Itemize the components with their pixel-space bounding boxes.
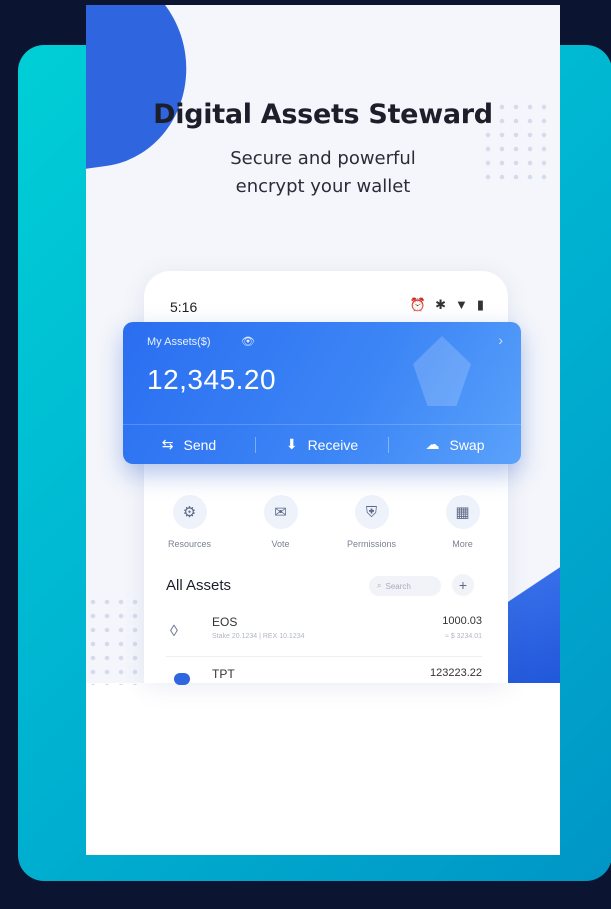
eos-watermark-icon — [413, 336, 471, 406]
total-assets-amount: 12,345.20 — [147, 364, 277, 395]
search-placeholder: Search — [385, 581, 411, 591]
quick-actions: ⚙ Resources ✉ Vote ⛨ Permissions ▦ More — [144, 495, 508, 549]
hero-subtitle-line1: Secure and powerful — [230, 148, 416, 169]
send-button[interactable]: ⇆ Send — [123, 436, 255, 453]
quick-action-permissions[interactable]: ⛨ Permissions — [332, 495, 412, 549]
token-name: TPT — [212, 667, 235, 681]
tpt-icon — [174, 673, 190, 685]
add-token-button[interactable]: + — [452, 574, 474, 596]
send-icon: ⇆ — [161, 436, 174, 452]
token-stake-info: Stake 20.1234 | REX 10.1234 — [212, 633, 305, 640]
battery-icon: ▮ — [476, 297, 484, 312]
status-time: 5:16 — [170, 299, 198, 315]
send-label: Send — [183, 436, 217, 453]
token-name: EOS — [212, 615, 238, 629]
eos-icon: ◊ — [170, 623, 178, 640]
quick-action-label: Vote — [271, 539, 290, 549]
hero-subtitle-line2: encrypt your wallet — [235, 176, 411, 197]
token-row-tpt[interactable]: TPT 123223.22 — [166, 665, 482, 689]
swap-label: Swap — [449, 436, 485, 453]
quick-action-resources[interactable]: ⚙ Resources — [150, 495, 230, 549]
grid-icon: ▦ — [445, 495, 480, 529]
quick-action-more[interactable]: ▦ More — [423, 495, 503, 549]
download-icon: ⬇ — [285, 436, 298, 452]
quick-action-label: Resources — [167, 539, 212, 549]
token-row-eos[interactable]: ◊ EOS Stake 20.1234 | REX 10.1234 1000.0… — [166, 613, 482, 657]
search-icon: ⌕ — [377, 581, 382, 590]
blank-area — [86, 683, 560, 855]
swap-icon: ☁ — [425, 436, 440, 452]
chevron-right-icon[interactable]: › — [498, 332, 503, 348]
all-assets-title: All Assets — [166, 577, 232, 594]
shield-icon: ⛨ — [354, 495, 389, 529]
token-fiat-value: ≈ $ 3234.01 — [445, 633, 482, 640]
asset-actions: ⇆ Send ⬇ Receive ☁ Swap — [123, 424, 521, 464]
token-balance: 123223.22 — [430, 667, 482, 679]
search-input[interactable]: ⌕ Search — [369, 576, 441, 596]
vote-icon: ✉ — [263, 495, 298, 529]
quick-action-vote[interactable]: ✉ Vote — [241, 495, 321, 549]
swap-button[interactable]: ☁ Swap — [389, 436, 521, 453]
my-assets-label: My Assets($) — [147, 336, 211, 348]
wifi-icon: ▼ — [454, 297, 468, 312]
my-assets-card[interactable]: My Assets($) 👁 › 12,345.20 ⇆ Send ⬇ Rece… — [123, 322, 521, 464]
receive-label: Receive — [307, 436, 359, 453]
hero-subtitle: Secure and powerful encrypt your wallet — [86, 145, 560, 201]
decorative-dots-left — [86, 595, 142, 685]
plus-icon: + — [458, 577, 468, 593]
token-balance: 1000.03 — [442, 615, 482, 627]
alarm-icon: ⏰ — [409, 297, 427, 312]
hero-title: Digital Assets Steward — [153, 99, 493, 130]
resources-icon: ⚙ — [172, 495, 207, 529]
eye-icon[interactable]: 👁 — [241, 335, 255, 348]
receive-button[interactable]: ⬇ Receive — [256, 436, 388, 453]
quick-action-label: More — [452, 539, 473, 549]
status-icons: ⏰ ✱ ▼ ▮ — [410, 297, 484, 313]
quick-action-label: Permissions — [346, 539, 396, 549]
bluetooth-icon: ✱ — [435, 297, 446, 312]
